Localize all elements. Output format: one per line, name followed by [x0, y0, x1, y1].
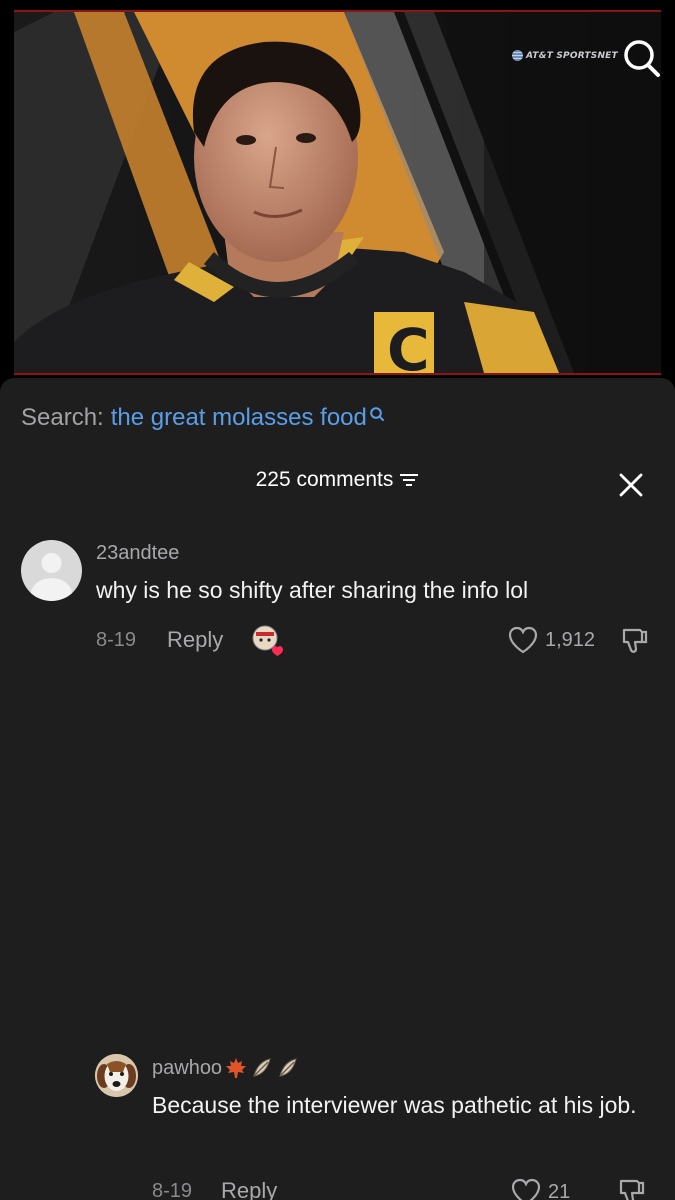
default-avatar-icon — [30, 553, 73, 601]
heart-icon[interactable] — [511, 1178, 541, 1200]
comments-sheet: Search: the great molasses food 225 comm… — [0, 378, 675, 1200]
heart-icon[interactable] — [508, 626, 538, 654]
like-count: 21 — [548, 1181, 571, 1200]
comment-item: 23andtee why is he so shifty after shari… — [0, 538, 675, 678]
feather-icon — [279, 1058, 297, 1077]
close-icon[interactable] — [618, 472, 644, 498]
jersey-letter: C — [387, 316, 430, 373]
comment-text: why is he so shifty after sharing the in… — [96, 577, 529, 603]
search-suggestion[interactable]: Search: the great molasses food — [21, 404, 385, 432]
comment-date: 8-19 — [96, 629, 137, 651]
dislike-icon[interactable] — [620, 626, 650, 656]
search-icon — [370, 407, 384, 421]
liked-by-creator-badge — [251, 624, 287, 658]
att-globe-icon — [512, 50, 523, 61]
search-query-link[interactable]: the great molasses food — [111, 404, 367, 432]
avatar[interactable] — [95, 1054, 138, 1097]
comment-date: 8-19 — [152, 1180, 193, 1200]
broadcaster-logo: AT&T SPORTSNET — [512, 50, 618, 61]
feather-icon — [253, 1058, 271, 1077]
video-player[interactable]: C AT&T SPORTSNET — [14, 10, 661, 375]
comment-username[interactable]: 23andtee — [96, 542, 179, 565]
broadcaster-name: AT&T SPORTSNET — [526, 50, 618, 61]
search-label: Search: — [21, 404, 104, 431]
comments-count: 225 comments — [255, 468, 394, 491]
dog-avatar-image — [95, 1054, 138, 1097]
maple-leaf-icon — [226, 1058, 247, 1078]
comments-header: 225 comments — [0, 468, 675, 492]
like-count: 1,912 — [545, 629, 596, 651]
comment-username-text: pawhoo — [152, 1056, 223, 1079]
filter-icon[interactable] — [399, 471, 419, 489]
comment-item: pawhoo Because the interviewer was pathe… — [0, 1048, 675, 1200]
avatar[interactable] — [21, 540, 82, 601]
reply-button[interactable]: Reply — [221, 1178, 277, 1200]
search-icon[interactable] — [622, 38, 661, 78]
reply-button[interactable]: Reply — [167, 627, 223, 653]
comment-text: Because the interviewer was pathetic at … — [152, 1092, 637, 1118]
video-frame-image: C — [14, 12, 661, 373]
dislike-icon[interactable] — [617, 1177, 647, 1200]
comment-username[interactable]: pawhoo — [152, 1056, 300, 1080]
